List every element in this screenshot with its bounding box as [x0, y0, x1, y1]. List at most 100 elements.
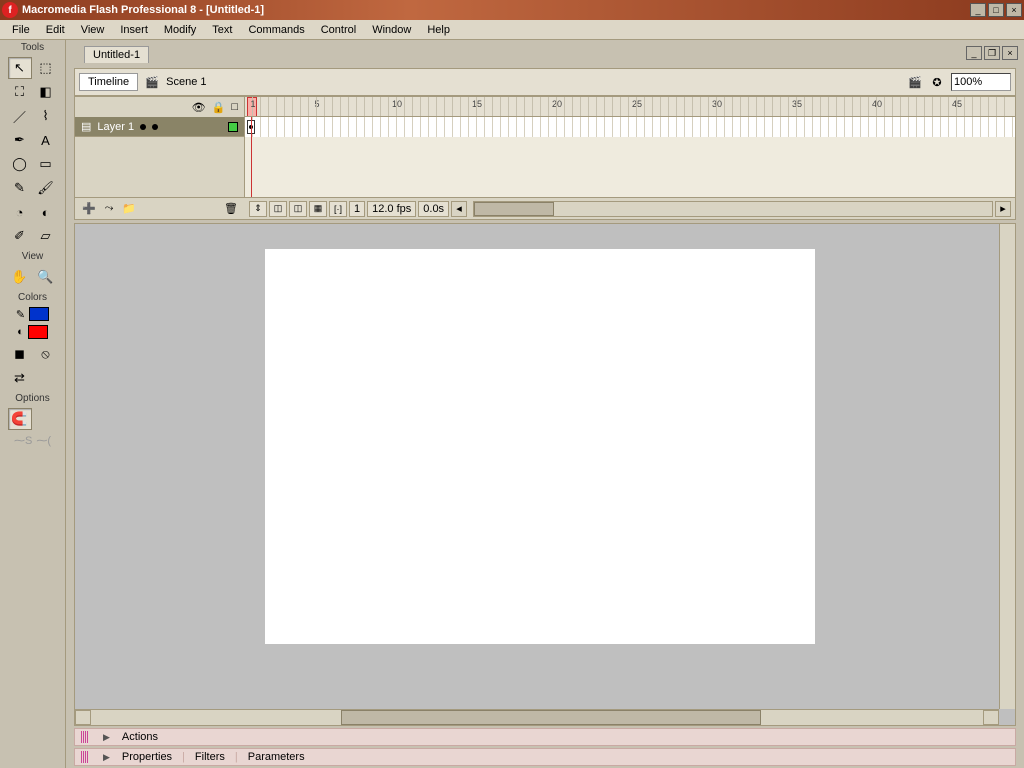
properties-panel-header[interactable]: ▶ Properties | Filters | Parameters	[74, 748, 1016, 766]
edit-symbols-button[interactable]: ✪	[929, 75, 945, 89]
maximize-button[interactable]: □	[988, 3, 1004, 17]
panel-grip-icon[interactable]	[81, 731, 89, 743]
doc-minimize-button[interactable]: _	[966, 46, 982, 60]
stage-horizontal-scrollbar[interactable]	[75, 709, 999, 725]
options-header: Options	[0, 391, 65, 406]
layer-outline-swatch[interactable]	[228, 122, 238, 132]
selection-tool[interactable]: ↖	[8, 57, 32, 79]
menu-commands[interactable]: Commands	[240, 22, 312, 38]
menu-file[interactable]: File	[4, 22, 38, 38]
subselection-tool[interactable]: ⬚	[34, 57, 58, 79]
workspace: Untitled-1 _ ❐ × Timeline 🎬 Scene 1 🎬 ✪ …	[66, 40, 1024, 768]
insert-layer-folder-button[interactable]: 📁	[121, 201, 137, 217]
fill-color-swatch[interactable]	[28, 325, 48, 339]
line-tool[interactable]: ／	[8, 105, 32, 127]
zoom-field[interactable]: 100%	[951, 73, 1011, 91]
no-color-button[interactable]: ⦸	[34, 343, 58, 365]
document-tab[interactable]: Untitled-1	[84, 46, 149, 63]
layer-name[interactable]: Layer 1	[97, 121, 134, 133]
onion-skin-outlines-button[interactable]: ◫	[289, 201, 307, 217]
timeline-scroll-left[interactable]: ◂	[451, 201, 467, 217]
edit-multiple-frames-button[interactable]: ▦	[309, 201, 327, 217]
menu-view[interactable]: View	[73, 22, 113, 38]
app-icon: f	[2, 2, 18, 18]
edit-bar: Timeline 🎬 Scene 1 🎬 ✪ 100%	[74, 68, 1016, 96]
timeline-toggle-button[interactable]: Timeline	[79, 73, 138, 91]
add-motion-guide-button[interactable]: ⤳	[101, 201, 117, 217]
ink-bottle-tool[interactable]: ◔	[8, 201, 32, 223]
paint-bucket-tool[interactable]: ◐	[34, 201, 58, 223]
elapsed-time-field: 0.0s	[418, 201, 449, 217]
snap-to-objects-button[interactable]: 🧲	[8, 408, 32, 430]
free-transform-tool[interactable]: ⛶	[8, 81, 32, 103]
stage-canvas[interactable]	[265, 249, 815, 644]
frames-area[interactable]	[245, 117, 1015, 197]
oval-tool[interactable]: ◯	[8, 153, 32, 175]
expand-arrow-icon: ▶	[103, 732, 110, 743]
edit-scene-button[interactable]: 🎬	[907, 75, 923, 89]
lasso-tool[interactable]: ⌇	[34, 105, 58, 127]
pen-tool[interactable]: ✒	[8, 129, 32, 151]
modify-onion-markers-button[interactable]: [·]	[329, 201, 347, 217]
properties-tab[interactable]: Properties	[122, 751, 172, 763]
frame-rate-field: 12.0 fps	[367, 201, 416, 217]
insert-layer-button[interactable]: ➕	[81, 201, 97, 217]
menu-bar: File Edit View Insert Modify Text Comman…	[0, 20, 1024, 40]
filters-tab[interactable]: Filters	[195, 751, 225, 763]
menu-control[interactable]: Control	[313, 22, 364, 38]
black-white-button[interactable]: ◼	[8, 343, 32, 365]
brush-tool[interactable]: 🖌	[34, 177, 58, 199]
delete-layer-button[interactable]: 🗑	[223, 201, 239, 217]
hscroll-left-arrow[interactable]	[75, 710, 91, 725]
smooth-option-icon: ⁓S	[14, 434, 32, 447]
menu-window[interactable]: Window	[364, 22, 419, 38]
frame-ruler[interactable]: 151015202530354045505560657075808590	[245, 97, 1015, 117]
hand-tool[interactable]: ✋	[8, 266, 32, 288]
timeline-scroll-right[interactable]: ▸	[995, 201, 1011, 217]
layer-row[interactable]: ▤ Layer 1	[75, 117, 244, 137]
eraser-tool[interactable]: ▱	[34, 225, 58, 247]
layer-icon: ▤	[81, 120, 91, 133]
close-button[interactable]: ×	[1006, 3, 1022, 17]
menu-edit[interactable]: Edit	[38, 22, 73, 38]
actions-label: Actions	[122, 731, 158, 743]
current-frame-field: 1	[349, 201, 365, 217]
colors-header: Colors	[0, 290, 65, 305]
straighten-option-icon: ⁓(	[36, 434, 51, 447]
rectangle-tool[interactable]: ▭	[34, 153, 58, 175]
outline-icon[interactable]: □	[231, 101, 238, 113]
layer-visibility-dot[interactable]	[140, 124, 146, 130]
center-frame-button[interactable]: ⇕	[249, 201, 267, 217]
stage-vertical-scrollbar[interactable]	[999, 224, 1015, 709]
doc-close-button[interactable]: ×	[1002, 46, 1018, 60]
panel-grip-icon[interactable]	[81, 751, 89, 763]
menu-modify[interactable]: Modify	[156, 22, 204, 38]
zoom-tool[interactable]: 🔍	[34, 266, 58, 288]
stage-area[interactable]	[74, 223, 1016, 726]
eyedropper-tool[interactable]: ✐	[8, 225, 32, 247]
timeline-panel: 👁 🔒 □ 1510152025303540455055606570758085…	[74, 96, 1016, 220]
actions-panel-header[interactable]: ▶ Actions	[74, 728, 1016, 746]
minimize-button[interactable]: _	[970, 3, 986, 17]
menu-text[interactable]: Text	[204, 22, 240, 38]
parameters-tab[interactable]: Parameters	[248, 751, 305, 763]
scene-label[interactable]: Scene 1	[166, 76, 206, 88]
doc-restore-button[interactable]: ❐	[984, 46, 1000, 60]
lock-icon[interactable]: 🔒	[212, 101, 226, 114]
gradient-transform-tool[interactable]: ◧	[34, 81, 58, 103]
text-tool[interactable]: A	[34, 129, 58, 151]
swap-colors-button[interactable]: ⇄	[8, 367, 32, 389]
view-header: View	[0, 249, 65, 264]
timeline-scrollbar[interactable]	[473, 201, 993, 217]
zoom-value: 100%	[954, 76, 982, 88]
show-hide-icon[interactable]: 👁	[192, 101, 206, 114]
onion-skin-button[interactable]: ◫	[269, 201, 287, 217]
pencil-tool[interactable]: ✎	[8, 177, 32, 199]
hscroll-right-arrow[interactable]	[983, 710, 999, 725]
stroke-color-swatch[interactable]	[29, 307, 49, 321]
hscroll-thumb[interactable]	[341, 710, 761, 725]
window-title: Macromedia Flash Professional 8 - [Untit…	[22, 4, 970, 16]
menu-help[interactable]: Help	[419, 22, 458, 38]
menu-insert[interactable]: Insert	[112, 22, 156, 38]
layer-lock-dot[interactable]	[152, 124, 158, 130]
